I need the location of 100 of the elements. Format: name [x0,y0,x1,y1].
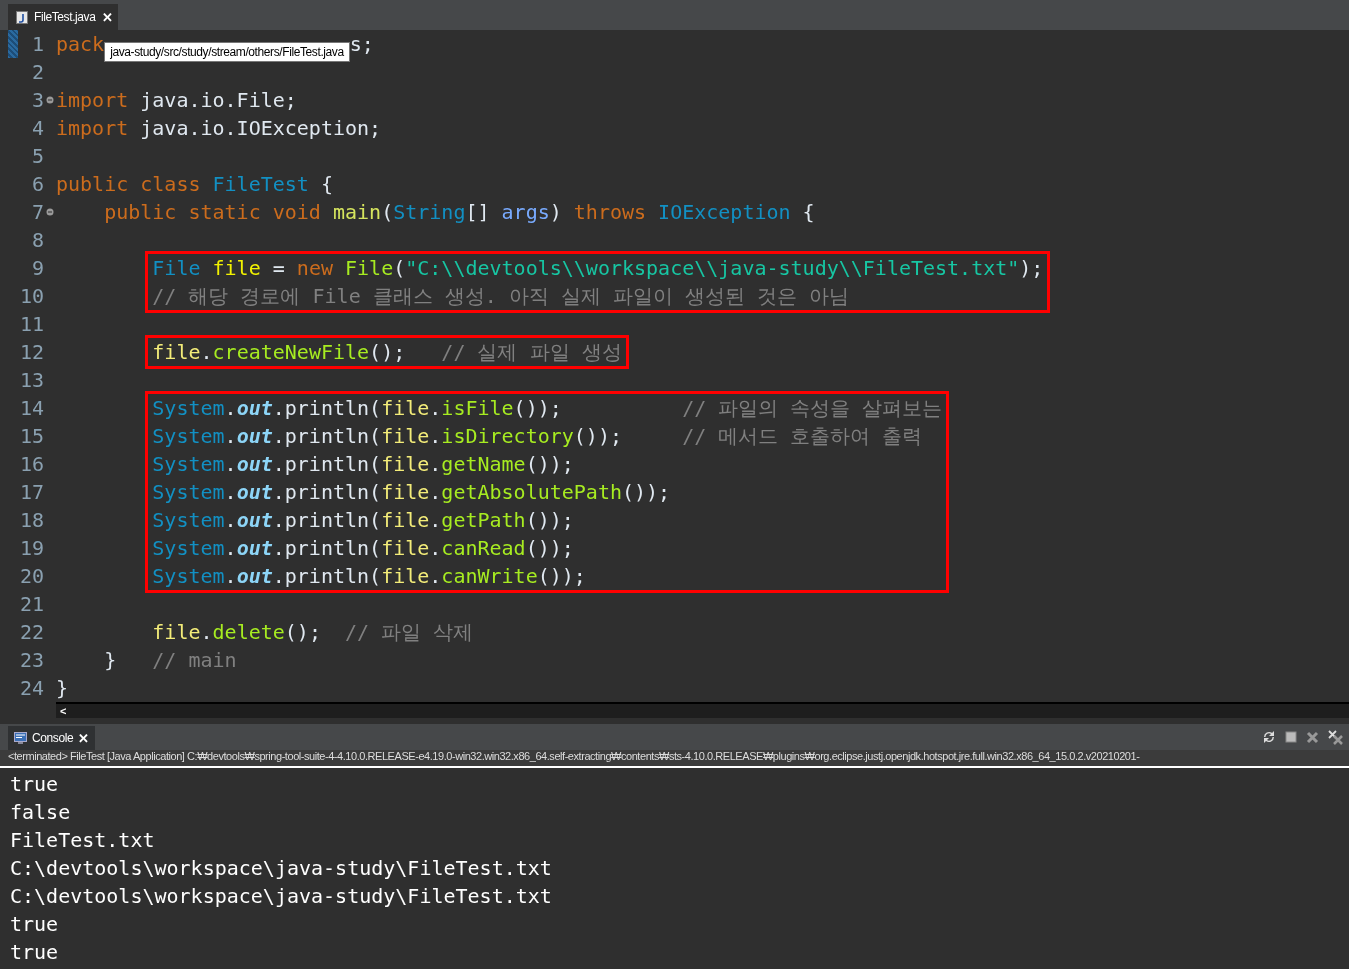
close-icon[interactable]: ✕ [78,730,89,746]
code-token: file [211,255,261,282]
code-token: . [224,395,237,422]
code-token: delete [212,619,285,646]
code-token: System [152,395,225,422]
code-token: out [236,479,273,506]
line-number: 16 [18,452,44,476]
code-token: . [429,451,442,478]
code-token: ()); [525,535,574,562]
code-token: . [429,395,442,422]
code-token: file [381,535,430,562]
code-token: isDirectory [441,423,574,450]
sync-icon[interactable] [1262,730,1276,744]
code-token: args [501,199,550,226]
code-token: ( [381,199,394,226]
code-token: . [224,479,237,506]
code-token: File [152,255,201,282]
line-number: 20 [18,564,44,588]
line-number: 4 [30,116,44,140]
code-token: out [236,451,273,478]
code-token: java.io.File; [139,87,297,114]
code-token: . [429,563,442,590]
code-token: . [429,479,442,506]
code-token: // 실제 파일 생성 [441,339,622,366]
code-token: isFile [441,395,514,422]
code-token: out [236,423,273,450]
code-token: [] [465,199,491,226]
code-token: canWrite [441,563,538,590]
line-number: 5 [30,144,44,168]
code-token: // 파일 삭제 [345,619,474,646]
output-line: true [10,911,59,938]
code-token: . [429,507,442,534]
code-token: public static void [103,199,321,226]
line-number: 23 [18,648,44,672]
scroll-left-arrow[interactable]: < [56,705,67,717]
path-tooltip: java-study/src/study/stream/others/FileTest.java [104,42,350,62]
code-token: createNewFile [212,339,370,366]
line-number: 10 [18,284,44,308]
line-number: 7 [30,200,44,224]
code-token: ()); [525,507,574,534]
code-token: file [381,563,430,590]
code-token: System [152,423,225,450]
code-token: (); [369,339,407,366]
code-token: ( [393,255,406,282]
line-number: 1 [30,32,44,56]
remove-all-icon[interactable] [1328,729,1343,745]
code-token: main [331,199,382,226]
code-token: getName [441,451,526,478]
code-token: throws [573,199,647,226]
code-token: getPath [441,507,526,534]
line-number: 15 [18,424,44,448]
line-number: 22 [18,620,44,644]
code-token: out [236,535,273,562]
code-token: . [224,451,237,478]
code-token: file [381,423,430,450]
code-token: file [381,507,430,534]
code-token: file [381,395,430,422]
code-token: . [224,423,237,450]
remove-icon[interactable] [1306,730,1319,744]
stop-icon[interactable] [1285,731,1297,743]
fold-icon[interactable] [46,96,54,104]
code-token: canRead [441,535,526,562]
code-token: (); [284,619,322,646]
editor-tab[interactable]: FileTest.java ✕ [8,4,119,30]
code-token: String [393,199,466,226]
output-line: FileTest.txt [10,827,155,854]
line-number: 24 [18,676,44,700]
code-token: File [344,255,394,282]
code-token: .println( [272,535,382,562]
code-token: System [152,479,225,506]
code-token: .println( [272,479,382,506]
code-token: System [152,451,225,478]
code-token: . [429,535,442,562]
code-token: .println( [272,423,382,450]
code-token: ) [549,199,563,226]
line-number: 13 [18,368,44,392]
code-token: import [56,87,129,114]
java-file-icon [16,10,28,24]
code-token: . [200,339,213,366]
code-token: ()); [537,563,586,590]
code-token: . [224,563,237,590]
line-number: 21 [18,592,44,616]
output-line: true [10,939,59,966]
output-line: C:\devtools\workspace\java-study\FileTest.txt [10,855,552,882]
code-token: System [152,535,225,562]
fold-icon[interactable] [46,208,54,216]
output-line: true [10,771,59,798]
close-icon[interactable]: ✕ [101,9,113,25]
code-token: out [236,507,273,534]
line-number: 11 [18,312,44,336]
output-line: false [10,799,71,826]
code-token: s; [349,31,374,58]
line-number: 8 [30,228,44,252]
console-tab[interactable]: Console ✕ [8,726,95,750]
code-token: ()); [513,395,563,422]
code-token: . [429,423,442,450]
code-token: . [200,619,213,646]
code-token: out [236,395,273,422]
code-token: { [801,199,815,226]
code-token: public class [56,171,201,198]
